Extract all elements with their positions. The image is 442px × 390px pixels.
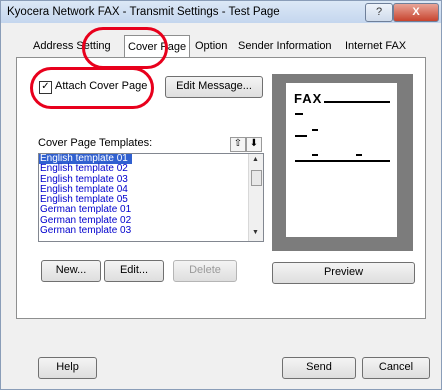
list-scrollbar[interactable]: ▲ ▼ xyxy=(248,154,263,241)
preview-text-line xyxy=(295,160,390,162)
close-button[interactable]: X xyxy=(393,3,439,22)
tab-option[interactable]: Option xyxy=(192,37,230,56)
tab-internet-fax[interactable]: Internet FAX xyxy=(342,37,409,56)
templates-listbox[interactable]: English template 01 English template 02 … xyxy=(38,153,264,242)
title-bar: Kyocera Network FAX - Transmit Settings … xyxy=(1,1,441,23)
highlight-cover-page-tab xyxy=(82,27,168,69)
help-title-button[interactable]: ? xyxy=(365,3,393,22)
scroll-down-icon[interactable]: ▼ xyxy=(252,229,259,236)
tab-sender-information[interactable]: Sender Information xyxy=(235,37,335,56)
preview-text-line xyxy=(356,154,362,156)
preview-page: FAX xyxy=(286,83,397,237)
preview-text-line xyxy=(324,101,390,103)
highlight-attach-cover-page xyxy=(30,67,154,109)
move-up-button[interactable]: ⇧ xyxy=(230,137,246,152)
cover-page-templates-label: Cover Page Templates: xyxy=(38,137,153,149)
preview-text-line xyxy=(312,129,318,131)
window-title: Kyocera Network FAX - Transmit Settings … xyxy=(7,6,280,18)
move-down-button[interactable]: ⬇ xyxy=(246,137,262,152)
edit-message-button[interactable]: Edit Message... xyxy=(165,76,263,98)
preview-text-line xyxy=(295,113,303,115)
list-item[interactable]: German template 03 xyxy=(39,225,263,236)
new-template-button[interactable]: New... xyxy=(41,260,101,282)
scroll-up-icon[interactable]: ▲ xyxy=(252,156,259,163)
preview-text-line xyxy=(312,154,318,156)
help-button[interactable]: Help xyxy=(38,357,97,379)
preview-fax-heading: FAX xyxy=(294,91,323,106)
delete-template-button[interactable]: Delete xyxy=(173,260,237,282)
cancel-button[interactable]: Cancel xyxy=(362,357,430,379)
cover-page-preview: FAX xyxy=(272,74,413,251)
edit-template-button[interactable]: Edit... xyxy=(104,260,164,282)
scroll-thumb[interactable] xyxy=(251,170,262,186)
send-button[interactable]: Send xyxy=(282,357,356,379)
preview-button[interactable]: Preview xyxy=(272,262,415,284)
preview-text-line xyxy=(295,135,307,137)
